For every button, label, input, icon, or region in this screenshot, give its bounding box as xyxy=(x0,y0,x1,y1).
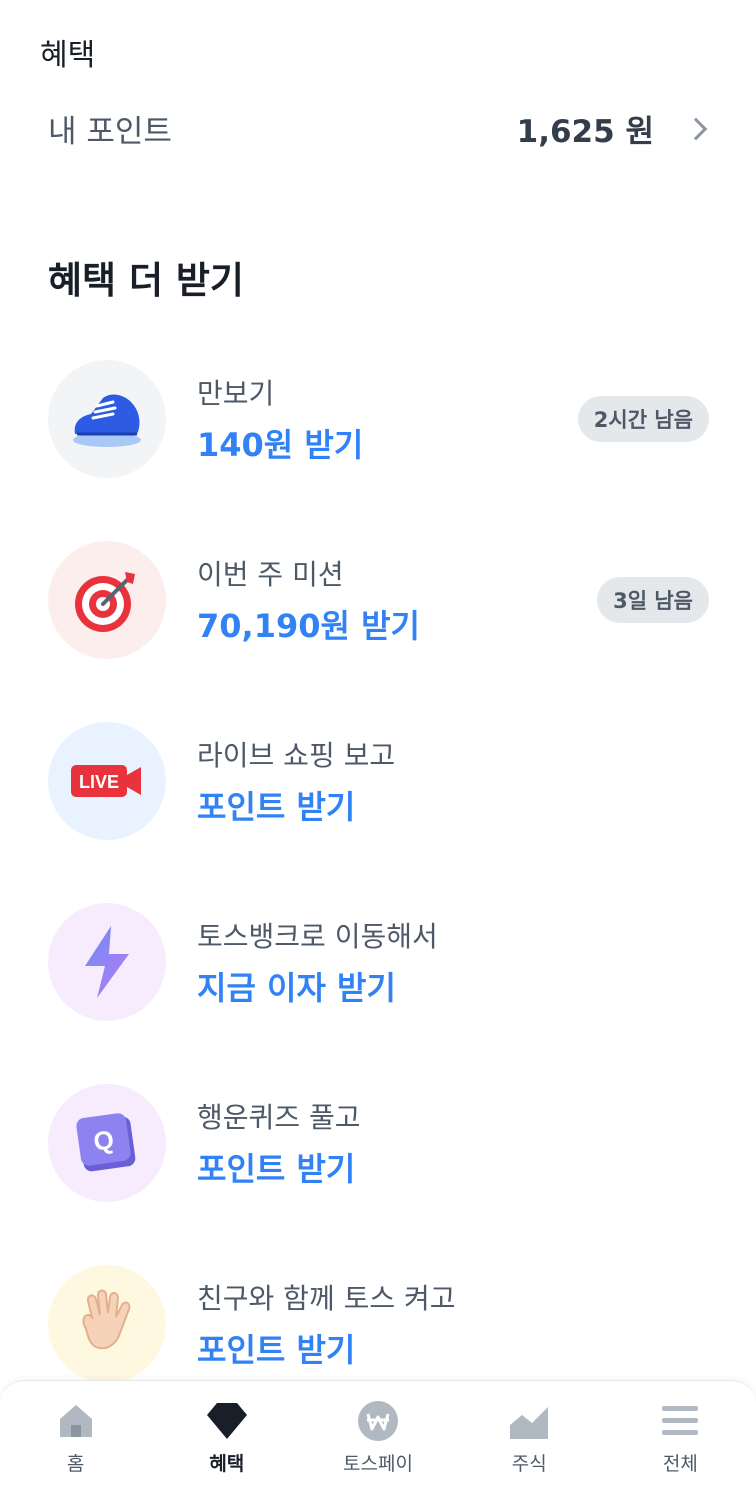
nav-label: 주식 xyxy=(511,1453,547,1475)
benefit-reward: 지금 이자 받기 xyxy=(197,969,396,1007)
benefit-reward: 70,190원 받기 xyxy=(197,607,420,645)
benefit-item-live-shopping[interactable]: LIVE 라이브 쇼핑 보고 포인트 받기 xyxy=(0,720,756,901)
section-title: 혜택 더 받기 xyxy=(48,259,244,302)
benefit-item-lucky-quiz[interactable]: Q 행운퀴즈 풀고 포인트 받기 xyxy=(0,1082,756,1263)
benefit-item-toss-bank[interactable]: 토스뱅크로 이동해서 지금 이자 받기 xyxy=(0,901,756,1082)
chevron-right-icon xyxy=(686,117,708,139)
benefit-list: 만보기 140원 받기 2시간 남음 이번 주 미션 70,190원 받기 3일… xyxy=(0,358,756,1444)
nav-item-stocks[interactable]: 주식 xyxy=(454,1381,605,1492)
nav-label: 홈 xyxy=(66,1453,85,1475)
benefit-title: 라이브 쇼핑 보고 xyxy=(197,739,396,772)
live-camera-icon: LIVE xyxy=(48,722,166,840)
nav-item-tosspay[interactable]: 토스페이 xyxy=(302,1381,453,1492)
benefit-title: 이번 주 미션 xyxy=(197,558,344,591)
home-icon xyxy=(54,1399,98,1443)
nav-item-benefits[interactable]: 혜택 xyxy=(151,1381,302,1492)
bottom-nav: 홈 혜택 토스페이 주식 전체 xyxy=(0,1380,756,1492)
waving-hand-icon xyxy=(48,1265,166,1383)
points-label: 내 포인트 xyxy=(48,113,172,150)
my-points-row[interactable]: 내 포인트 1,625 원 xyxy=(0,96,756,160)
benefit-title: 토스뱅크로 이동해서 xyxy=(197,920,438,953)
nav-item-all[interactable]: 전체 xyxy=(605,1381,756,1492)
nav-item-home[interactable]: 홈 xyxy=(0,1381,151,1492)
svg-text:Q: Q xyxy=(92,1124,116,1157)
points-value: 1,625 원 xyxy=(516,113,654,150)
benefit-reward: 포인트 받기 xyxy=(197,1150,356,1188)
nav-label: 혜택 xyxy=(209,1453,245,1475)
benefit-reward: 140원 받기 xyxy=(197,426,364,464)
stock-chart-icon xyxy=(507,1399,551,1443)
lightning-icon xyxy=(48,903,166,1021)
benefit-title: 친구와 함께 토스 켜고 xyxy=(197,1282,456,1315)
dart-target-icon xyxy=(48,541,166,659)
benefit-title: 행운퀴즈 풀고 xyxy=(197,1101,361,1134)
sneaker-icon xyxy=(48,360,166,478)
svg-text:LIVE: LIVE xyxy=(79,772,119,792)
time-remaining-badge: 3일 남음 xyxy=(597,577,709,623)
benefit-item-pedometer[interactable]: 만보기 140원 받기 2시간 남음 xyxy=(0,358,756,539)
quiz-cube-icon: Q xyxy=(48,1084,166,1202)
benefit-reward: 포인트 받기 xyxy=(197,1331,356,1369)
benefit-item-weekly-mission[interactable]: 이번 주 미션 70,190원 받기 3일 남음 xyxy=(0,539,756,720)
menu-icon xyxy=(658,1399,702,1443)
nav-label: 토스페이 xyxy=(343,1453,413,1475)
benefit-title: 만보기 xyxy=(197,377,275,410)
gem-icon xyxy=(205,1399,249,1443)
time-remaining-badge: 2시간 남음 xyxy=(577,396,709,442)
page-title: 혜택 xyxy=(40,38,96,73)
benefit-reward: 포인트 받기 xyxy=(197,788,356,826)
nav-label: 전체 xyxy=(662,1453,698,1475)
won-coin-icon xyxy=(356,1399,400,1443)
